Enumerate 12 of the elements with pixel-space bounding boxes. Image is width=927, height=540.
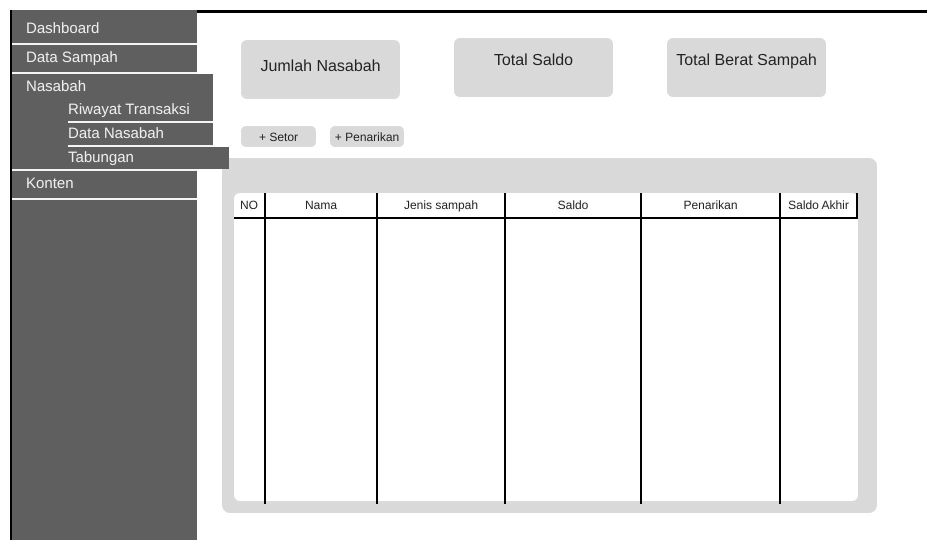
column-header: Saldo: [506, 193, 642, 219]
column-header: Penarikan: [642, 193, 781, 219]
column-header: NO: [234, 193, 266, 219]
action-button[interactable]: + Penarikan: [330, 126, 404, 147]
column-header: Jenis sampah: [378, 193, 506, 219]
column-header: Nama: [266, 193, 378, 219]
summary-card: Total Saldo: [454, 38, 613, 97]
summary-card: Total Berat Sampah: [667, 38, 826, 97]
summary-card: Jumlah Nasabah: [241, 40, 400, 99]
sidebar-subitem[interactable]: Tabungan: [68, 147, 229, 169]
action-button[interactable]: + Setor: [241, 126, 316, 147]
column-header: Saldo Akhir: [781, 193, 858, 219]
